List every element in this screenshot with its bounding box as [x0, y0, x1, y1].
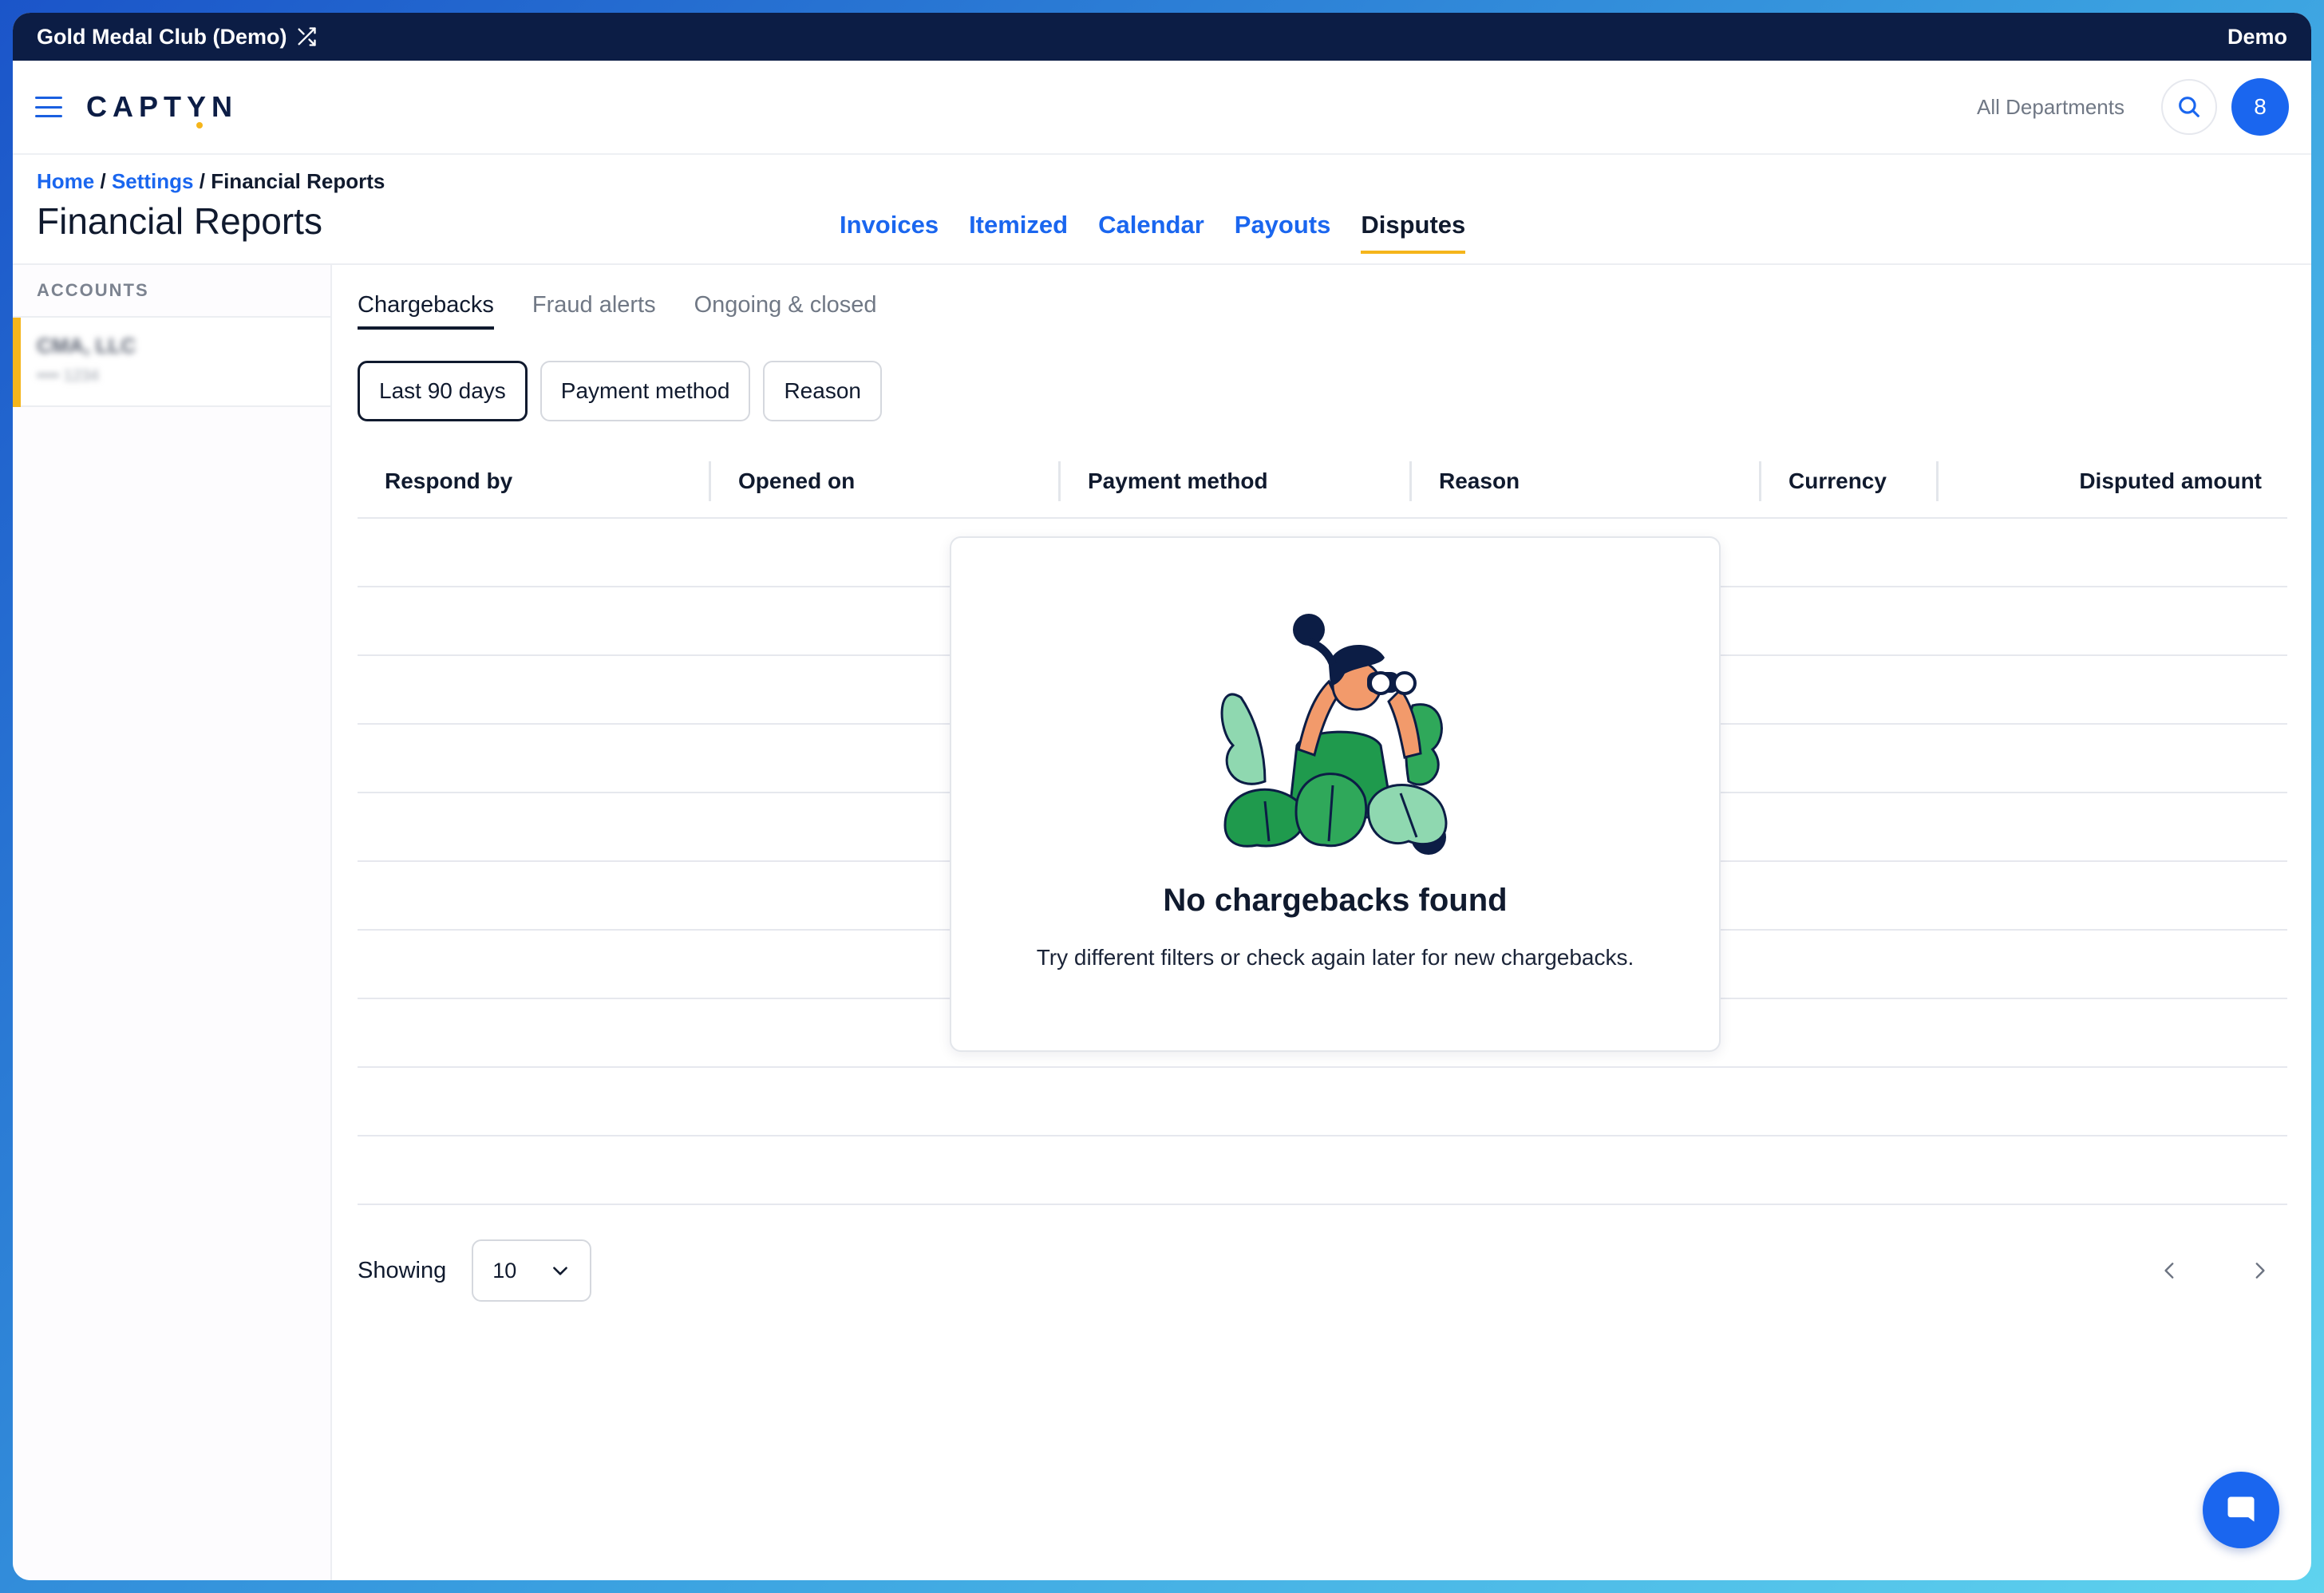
- account-name: CMA, LLC: [37, 334, 136, 358]
- page-size-select[interactable]: 10: [472, 1239, 592, 1302]
- column-respond-by[interactable]: Respond by: [358, 461, 709, 501]
- app-header: CAPTYN All Departments 8: [13, 61, 2311, 155]
- page-size-value: 10: [492, 1258, 517, 1283]
- filter-date-range[interactable]: Last 90 days: [358, 361, 528, 421]
- page-title: Financial Reports: [37, 200, 322, 242]
- breadcrumb-separator: /: [100, 169, 112, 193]
- empty-state-card: No chargebacks found Try different filte…: [950, 536, 1721, 1052]
- accounts-heading: ACCOUNTS: [13, 265, 330, 318]
- search-icon: [2179, 97, 2200, 117]
- subtab-ongoing-closed[interactable]: Ongoing & closed: [694, 292, 877, 330]
- filter-bar: Last 90 days Payment method Reason: [358, 361, 882, 421]
- captyn-logo[interactable]: CAPTYN: [86, 90, 239, 128]
- column-currency[interactable]: Currency: [1759, 461, 1936, 501]
- tab-calendar[interactable]: Calendar: [1098, 211, 1204, 254]
- demo-label: Demo: [2227, 24, 2287, 49]
- binoculars-illustration: [1220, 614, 1448, 855]
- menu-icon[interactable]: [35, 93, 62, 121]
- shuffle-icon: [298, 27, 316, 46]
- chat-icon: [2227, 1496, 2255, 1522]
- subtab-fraud-alerts[interactable]: Fraud alerts: [532, 292, 656, 330]
- account-subtitle: •••• 1234: [37, 367, 100, 385]
- logo-dot: [196, 122, 203, 128]
- previous-page-button[interactable]: [2156, 1257, 2184, 1284]
- column-payment-method[interactable]: Payment method: [1058, 461, 1409, 501]
- chevron-down-icon: [553, 1267, 568, 1275]
- empty-state-title: No chargebacks found: [1163, 883, 1508, 918]
- filter-payment-method[interactable]: Payment method: [540, 361, 751, 421]
- logo-text: CAPTYN: [86, 90, 239, 123]
- breadcrumb: Home / Settings / Financial Reports: [37, 169, 385, 194]
- breadcrumb-settings[interactable]: Settings: [112, 169, 194, 193]
- next-page-button[interactable]: [2246, 1257, 2273, 1284]
- main-tabs: Invoices Itemized Calendar Payouts Dispu…: [840, 211, 1466, 254]
- chevron-right-icon: [2255, 1263, 2265, 1279]
- breadcrumb-current: Financial Reports: [211, 169, 385, 193]
- breadcrumb-separator: /: [199, 169, 211, 193]
- column-disputed-amount[interactable]: Disputed amount: [1936, 461, 2287, 501]
- table-header: Respond by Opened on Payment method Reas…: [358, 445, 2287, 519]
- column-reason[interactable]: Reason: [1409, 461, 1759, 501]
- accounts-sidebar: ACCOUNTS CMA, LLC •••• 1234: [13, 265, 332, 1580]
- chat-button[interactable]: [2203, 1472, 2279, 1548]
- filter-reason[interactable]: Reason: [763, 361, 882, 421]
- tab-invoices[interactable]: Invoices: [840, 211, 939, 254]
- user-avatar[interactable]: 8: [2231, 78, 2289, 136]
- table-footer: Showing 10: [358, 1239, 2287, 1302]
- search-button[interactable]: [2161, 79, 2217, 135]
- chevron-left-icon: [2164, 1263, 2174, 1279]
- account-selected-indicator: [13, 318, 21, 407]
- tab-itemized[interactable]: Itemized: [969, 211, 1068, 254]
- department-selector[interactable]: All Departments: [1977, 95, 2124, 120]
- subtab-chargebacks[interactable]: Chargebacks: [358, 292, 494, 330]
- pagination: [2156, 1257, 2273, 1284]
- empty-state-message: Try different filters or check again lat…: [1036, 945, 1634, 970]
- tab-payouts[interactable]: Payouts: [1235, 211, 1331, 254]
- top-bar: Gold Medal Club (Demo) Demo: [13, 13, 2311, 61]
- app-window: Gold Medal Club (Demo) Demo CAPTYN All D…: [13, 13, 2311, 1580]
- club-switcher[interactable]: Gold Medal Club (Demo): [37, 25, 318, 49]
- column-opened-on[interactable]: Opened on: [709, 461, 1058, 501]
- club-name: Gold Medal Club (Demo): [37, 24, 287, 49]
- showing-label: Showing: [358, 1257, 447, 1283]
- table-row: [358, 1136, 2287, 1205]
- table-row: [358, 1068, 2287, 1136]
- page-header: Home / Settings / Financial Reports Fina…: [13, 155, 2311, 265]
- tab-disputes[interactable]: Disputes: [1361, 211, 1466, 254]
- breadcrumb-home[interactable]: Home: [37, 169, 94, 193]
- account-item[interactable]: CMA, LLC •••• 1234: [13, 318, 330, 407]
- dispute-subtabs: Chargebacks Fraud alerts Ongoing & close…: [358, 292, 877, 330]
